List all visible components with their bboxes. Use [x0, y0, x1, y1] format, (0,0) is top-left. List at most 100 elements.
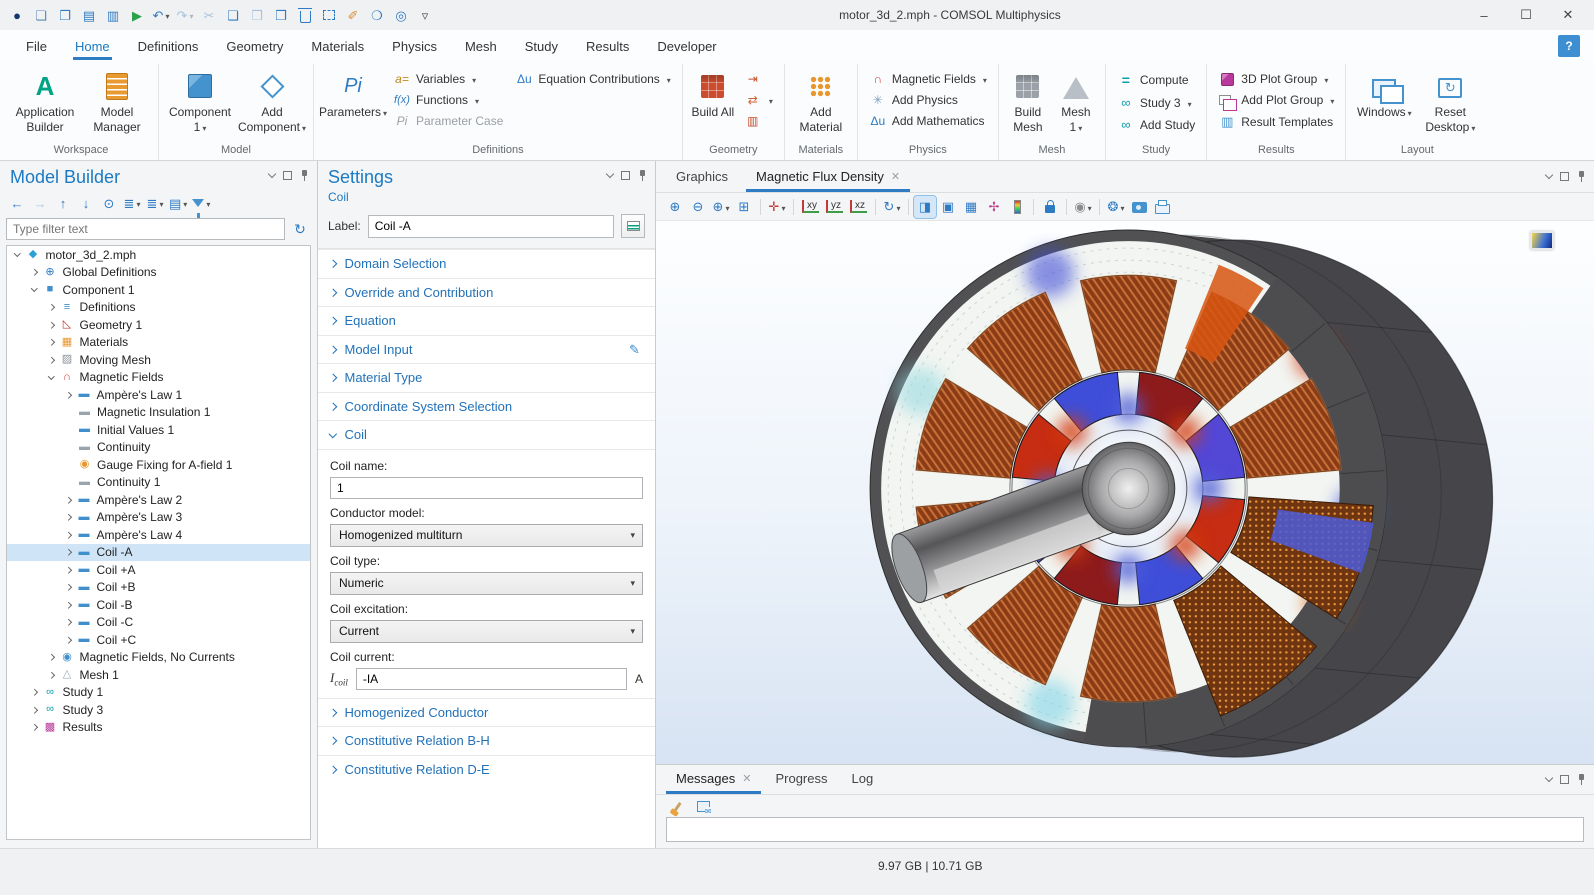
clear-messages-button[interactable]: [666, 795, 688, 817]
menu-item-home[interactable]: Home: [63, 33, 122, 60]
nav-back-button[interactable]: ←: [6, 192, 28, 214]
chevron-right-icon[interactable]: [31, 269, 37, 275]
close-button[interactable]: ✕: [1548, 3, 1588, 27]
filter-button[interactable]: [190, 192, 212, 214]
section-model-input[interactable]: Model Input✎: [318, 335, 655, 364]
chevron-right-icon[interactable]: [31, 707, 37, 713]
environment-button[interactable]: ❂: [1105, 196, 1127, 218]
comsol-logo-button[interactable]: ●: [6, 4, 28, 26]
chevron-down-icon[interactable]: [1545, 171, 1553, 179]
section-domain-selection[interactable]: Domain Selection: [318, 249, 655, 278]
magnetic-fields-button[interactable]: Magnetic Fields: [864, 70, 992, 88]
menu-item-physics[interactable]: Physics: [380, 33, 449, 60]
chevron-right-icon[interactable]: [48, 322, 54, 328]
menu-item-file[interactable]: File: [14, 33, 59, 60]
chevron-right-icon[interactable]: [48, 654, 54, 660]
zoom-in-button[interactable]: ⊕: [664, 196, 686, 218]
virtual-operations-button[interactable]: [739, 112, 778, 130]
chevron-right-icon[interactable]: [65, 567, 71, 573]
tree-item-mesh-1[interactable]: △Mesh 1: [7, 666, 310, 684]
tree-item-coil-a[interactable]: ▬Coil -A: [7, 544, 310, 562]
snapshot-button[interactable]: [1128, 196, 1150, 218]
menu-item-materials[interactable]: Materials: [299, 33, 376, 60]
pin-icon[interactable]: [638, 169, 647, 181]
delete-button[interactable]: [294, 4, 316, 26]
refresh-icon[interactable]: ↻: [289, 218, 311, 240]
show-button[interactable]: ⊙: [98, 192, 120, 214]
nav-forward-button[interactable]: →: [29, 192, 51, 214]
chevron-down-icon[interactable]: [31, 285, 37, 291]
tree-item-magnetic-fields-no-currents[interactable]: ◉Magnetic Fields, No Currents: [7, 649, 310, 667]
float-icon[interactable]: [1560, 775, 1569, 784]
customize-toolbar-button[interactable]: ▿: [414, 4, 436, 26]
add-mathematics-button[interactable]: Add Mathematics: [864, 112, 992, 130]
save-as-button[interactable]: ▥: [102, 4, 124, 26]
compute-button[interactable]: Compute: [1112, 70, 1200, 90]
tree-item-moving-mesh[interactable]: ▨Moving Mesh: [7, 351, 310, 369]
view-yz-button[interactable]: yz: [823, 196, 846, 218]
section-constitutive-relation-d-e[interactable]: Constitutive Relation D-E: [318, 755, 655, 784]
update-geometry-button[interactable]: [739, 91, 778, 109]
tree-item-coil-c[interactable]: ▬Coil +C: [7, 631, 310, 649]
result-templates-button[interactable]: Result Templates: [1213, 112, 1339, 132]
tree-item-study-1[interactable]: ∞Study 1: [7, 684, 310, 702]
open-file-button[interactable]: ❐: [54, 4, 76, 26]
reset-desktop-button[interactable]: Reset Desktop: [1418, 68, 1482, 138]
tree-item-continuity[interactable]: ▬Continuity: [7, 439, 310, 457]
menu-item-developer[interactable]: Developer: [645, 33, 728, 60]
view-xy-button[interactable]: xy: [799, 196, 822, 218]
pin-icon[interactable]: [1577, 170, 1586, 182]
tree-item-motor-3d-2-mph[interactable]: ◆motor_3d_2.mph: [7, 246, 310, 264]
grouping-button[interactable]: ▤: [167, 192, 189, 214]
chevron-down-icon[interactable]: [606, 170, 614, 178]
duplicate-button[interactable]: ❒: [270, 4, 292, 26]
menu-item-mesh[interactable]: Mesh: [453, 33, 509, 60]
tree-item-coil-b[interactable]: ▬Coil -B: [7, 596, 310, 614]
expand-all-button[interactable]: ≣: [144, 192, 166, 214]
filter-input[interactable]: [6, 218, 285, 240]
equation-contributions-button[interactable]: Equation Contributions: [510, 70, 675, 88]
grid-button[interactable]: ▦: [960, 196, 982, 218]
menu-item-definitions[interactable]: Definitions: [126, 33, 211, 60]
tree-item-global-definitions[interactable]: ⊕Global Definitions: [7, 264, 310, 282]
study-3-button[interactable]: Study 3: [1112, 93, 1200, 112]
tree-item-definitions[interactable]: ≡Definitions: [7, 299, 310, 317]
close-tab-icon[interactable]: ✕: [742, 772, 751, 785]
zoom-out-button[interactable]: ⊖: [687, 196, 709, 218]
search-button[interactable]: ◎: [390, 4, 412, 26]
menu-item-results[interactable]: Results: [574, 33, 641, 60]
highlight-button[interactable]: ✐: [342, 4, 364, 26]
tree-item-magnetic-insulation-1[interactable]: ▬Magnetic Insulation 1: [7, 404, 310, 422]
section-coil[interactable]: Coil: [318, 420, 655, 449]
chevron-right-icon[interactable]: [65, 514, 71, 520]
chevron-right-icon[interactable]: [48, 339, 54, 345]
chevron-right-icon[interactable]: [65, 619, 71, 625]
zoom-box-button[interactable]: ⊕: [710, 196, 732, 218]
add-physics-button[interactable]: Add Physics: [864, 91, 992, 109]
tree-item-coil-b[interactable]: ▬Coil +B: [7, 579, 310, 597]
tree-item-magnetic-fields[interactable]: ∩Magnetic Fields: [7, 369, 310, 387]
run-button[interactable]: ▶: [126, 4, 148, 26]
section-constitutive-relation-b-h[interactable]: Constitutive Relation B-H: [318, 726, 655, 755]
add-material-button[interactable]: Add Material: [791, 68, 851, 138]
tree-item-gauge-fixing-for-a-field-1[interactable]: ◉Gauge Fixing for A-field 1: [7, 456, 310, 474]
chevron-right-icon[interactable]: [65, 392, 71, 398]
tree-item-materials[interactable]: ▦Materials: [7, 334, 310, 352]
add-component-button[interactable]: Add Component: [237, 68, 307, 138]
move-up-button[interactable]: ↑: [52, 192, 74, 214]
functions-button[interactable]: Functions: [388, 91, 508, 109]
find-button[interactable]: ❍: [366, 4, 388, 26]
edit-model-input-icon[interactable]: ✎: [629, 342, 645, 358]
chevron-down-icon[interactable]: [268, 170, 276, 178]
chevron-right-icon[interactable]: [31, 689, 37, 695]
rotate-button[interactable]: ↻: [881, 196, 903, 218]
tree-item-study-3[interactable]: ∞Study 3: [7, 701, 310, 719]
pin-icon[interactable]: [1577, 773, 1586, 785]
coil-current-input[interactable]: [356, 668, 627, 690]
tree-item-amp-re-s-law-1[interactable]: ▬Ampère's Law 1: [7, 386, 310, 404]
tree-item-results[interactable]: ▩Results: [7, 719, 310, 737]
close-tab-icon[interactable]: ✕: [891, 170, 900, 183]
tree-item-geometry-1[interactable]: ◺Geometry 1: [7, 316, 310, 334]
tree-item-amp-re-s-law-4[interactable]: ▬Ampère's Law 4: [7, 526, 310, 544]
tree-item-continuity-1[interactable]: ▬Continuity 1: [7, 474, 310, 492]
